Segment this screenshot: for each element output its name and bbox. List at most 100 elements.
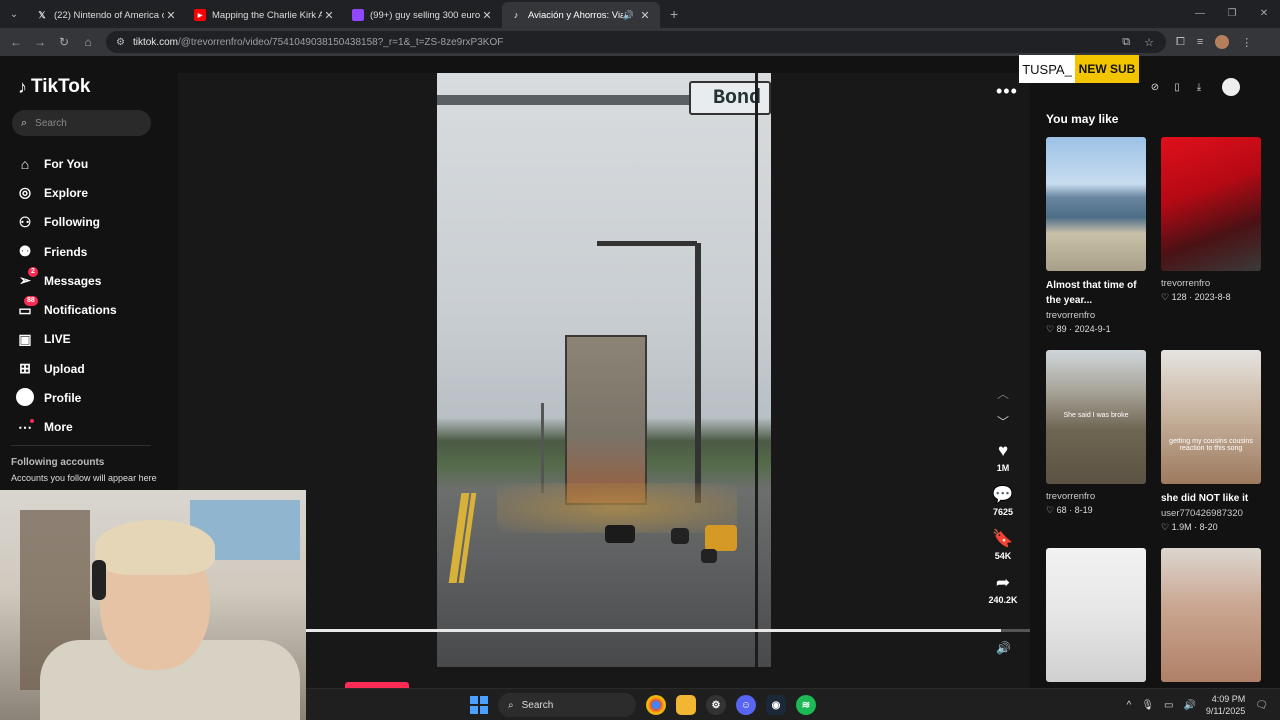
sidebar-item-following[interactable]: ⚇ Following [16, 208, 117, 237]
clock[interactable]: 4:09 PM 9/11/2025 [1206, 693, 1245, 717]
url-field[interactable]: ⚙ tiktok.com/@trevorrenfro/video/7541049… [106, 31, 1166, 53]
close-tab-icon[interactable]: ✕ [638, 9, 652, 22]
lamp-post [695, 243, 701, 503]
profile-avatar[interactable] [1215, 35, 1230, 49]
reload-icon[interactable]: ↻ [52, 35, 76, 49]
install-app-icon[interactable]: ⧉ [1122, 36, 1130, 49]
video-card[interactable]: getting my cousins cousins reaction to t… [1161, 350, 1261, 533]
video-author[interactable]: user770426987320 [1161, 508, 1261, 519]
discord-icon[interactable]: ☺ [736, 695, 756, 715]
user-avatar[interactable] [1222, 78, 1240, 96]
compass-icon: ◎ [18, 184, 32, 201]
sidebar-item-label: Messages [44, 273, 102, 288]
chrome-icon[interactable] [646, 695, 666, 715]
bookmark-star-icon[interactable]: ☆ [1144, 36, 1154, 49]
comment-icon: 💬 [992, 485, 1014, 504]
close-window-icon[interactable]: ✕ [1248, 0, 1280, 28]
home-icon[interactable]: ⌂ [76, 35, 100, 49]
comment-button[interactable]: 💬 7625 [978, 485, 1028, 517]
video-card[interactable]: Almost that time of the year... trevorre… [1046, 137, 1146, 335]
video-card[interactable]: She said I was broke trevorrenfro ♡ 68 ·… [1046, 350, 1146, 516]
search-input[interactable]: ⌕ Search [12, 110, 151, 136]
browser-menu-icon[interactable]: ⋮ [1241, 36, 1252, 49]
tab-search-icon[interactable]: ⌄ [0, 0, 28, 28]
new-tab-button[interactable]: + [670, 6, 678, 22]
microphone-icon[interactable]: 🎙 [1141, 700, 1154, 711]
sidebar-item-explore[interactable]: ◎ Explore [16, 178, 117, 207]
video-author[interactable]: trevorrenfro [1046, 491, 1146, 502]
video-thumbnail[interactable]: getting my cousins cousins reaction to t… [1161, 350, 1261, 484]
sidebar-item-profile[interactable]: Profile [16, 383, 117, 412]
sidebar-item-messages[interactable]: ➢ 2 Messages [16, 266, 117, 295]
webcam-overlay [0, 490, 306, 720]
dump-truck [565, 335, 647, 505]
compass-icon[interactable]: ⊘ [1148, 82, 1162, 93]
sidebar-item-notifications[interactable]: ▭ 88 Notifications [16, 295, 117, 324]
reading-list-icon[interactable]: ≡ [1197, 36, 1203, 48]
video-author[interactable]: trevorrenfro [1046, 310, 1146, 321]
volume-icon[interactable]: 🔊 [996, 641, 1011, 655]
forward-icon[interactable]: → [28, 35, 52, 49]
video-card[interactable] [1046, 548, 1146, 682]
sidebar-item-for-you[interactable]: ⌂ For You [16, 149, 117, 178]
video-thumbnail[interactable] [1046, 137, 1146, 271]
sidebar-item-upload[interactable]: ⊞ Upload [16, 354, 117, 383]
video-progress-bar[interactable] [306, 629, 1030, 632]
upload-icon: ⊞ [19, 360, 31, 377]
sidebar-item-live[interactable]: ▣ LIVE [16, 325, 117, 354]
site-info-icon[interactable]: ⚙ [116, 37, 125, 48]
chevron-up-icon[interactable]: ^ [1127, 700, 1132, 711]
tab-youtube[interactable]: ▶ Mapping the Charlie Kirk Assas ✕ [186, 2, 344, 28]
like-button[interactable]: ♥ 1M [978, 441, 1028, 473]
sidebar-item-friends[interactable]: ⚉ Friends [16, 237, 117, 266]
messages-badge: 2 [28, 267, 38, 278]
video-card[interactable] [1161, 548, 1261, 682]
phone-icon[interactable]: ▯ [1170, 82, 1184, 93]
following-icon: ⚇ [18, 213, 32, 230]
steam-icon[interactable]: ◉ [766, 695, 786, 715]
network-icon[interactable]: ▭ [1164, 700, 1173, 711]
video-thumbnail[interactable] [1161, 548, 1261, 682]
file-explorer-icon[interactable] [676, 695, 696, 715]
close-tab-icon[interactable]: ✕ [480, 9, 494, 22]
share-icon: ➦ [995, 573, 1011, 592]
taskbar-search[interactable]: ⌕ Search [498, 693, 636, 717]
speaker-icon[interactable]: 🔊 [623, 10, 634, 21]
notification-icon[interactable]: 🗨 [1255, 700, 1268, 711]
close-tab-icon[interactable]: ✕ [322, 9, 336, 22]
share-button[interactable]: ➦ 240.2K [978, 573, 1028, 605]
save-button[interactable]: 🔖 54K [978, 529, 1028, 561]
volume-icon[interactable]: 🔊 [1183, 700, 1195, 711]
more-options-icon[interactable]: ••• [996, 81, 1018, 102]
spotify-icon[interactable]: ≋ [796, 695, 816, 715]
like-count: 68 [1056, 505, 1067, 515]
video-author[interactable]: trevorrenfro [1161, 278, 1261, 289]
chevron-down-icon[interactable]: ﹀ [997, 413, 1009, 430]
video-thumbnail[interactable] [1161, 137, 1261, 271]
save-count: 54K [994, 551, 1012, 561]
sidebar-item-label: Upload [44, 361, 85, 376]
video-thumbnail[interactable]: She said I was broke [1046, 350, 1146, 484]
tiktok-logo[interactable]: ♪ TikTok [18, 76, 90, 98]
heart-icon: ♡ [1161, 292, 1172, 302]
back-icon[interactable]: ← [4, 35, 28, 49]
video-date: 8-19 [1074, 505, 1093, 515]
video-player[interactable]: Bond [437, 73, 771, 667]
tab-nintendo[interactable]: 𝕏 (22) Nintendo of America on X ✕ [28, 2, 186, 28]
tab-title: (99+) guy selling 300 euro stic [370, 9, 480, 21]
app-icon[interactable]: ⚙ [706, 695, 726, 715]
video-thumbnail[interactable] [1046, 548, 1146, 682]
close-tab-icon[interactable]: ✕ [164, 9, 178, 22]
chevron-up-icon[interactable]: ︿ [997, 385, 1009, 402]
download-icon[interactable]: ⤓ [1192, 82, 1206, 93]
maximize-icon[interactable]: ❐ [1216, 0, 1248, 28]
minimize-icon[interactable]: — [1184, 0, 1216, 28]
video-card[interactable]: trevorrenfro ♡ 128 · 2023-8-8 [1161, 137, 1261, 303]
tab-twitch[interactable]: (99+) guy selling 300 euro stic ✕ [344, 2, 502, 28]
window-controls: — ❐ ✕ [1184, 0, 1280, 28]
tab-tiktok[interactable]: ♪ Aviación y Ahorros: Viaje de 🔊 ✕ [502, 2, 660, 28]
sidebar-item-more[interactable]: ⋯ More [16, 413, 117, 442]
sidebar-item-label: LIVE [44, 332, 71, 347]
extensions-icon[interactable]: ⧠ [1176, 36, 1185, 49]
windows-start-icon[interactable] [470, 696, 488, 714]
